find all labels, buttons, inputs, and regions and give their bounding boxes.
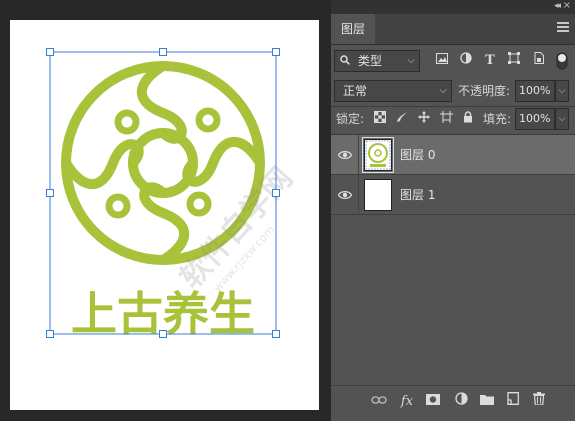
blend-mode-value: 正常 xyxy=(343,84,368,98)
layer-name[interactable]: 图层 0 xyxy=(400,135,435,175)
adjustment-icon[interactable] xyxy=(451,392,471,412)
search-icon xyxy=(340,51,354,71)
fill-input[interactable]: 100% xyxy=(515,108,555,130)
panel-top-bar: ◂◂ × xyxy=(331,0,575,14)
layer-row-0[interactable]: 图层 0 xyxy=(331,135,575,175)
logo-top-swirl xyxy=(137,61,187,144)
layers-list: 图层 0 图层 1 xyxy=(331,134,575,385)
chevron-down-icon: ⌵ xyxy=(407,55,415,66)
lock-transparent-pixels-icon[interactable] xyxy=(371,110,389,128)
layer-thumbnail[interactable] xyxy=(362,137,394,173)
logo-right-swirl xyxy=(182,137,265,187)
handle-top-right[interactable] xyxy=(272,48,280,56)
layer-thumbnail[interactable] xyxy=(364,179,392,211)
visibility-toggle[interactable] xyxy=(331,175,359,215)
handle-top-middle[interactable] xyxy=(159,48,167,56)
mask-icon[interactable] xyxy=(423,392,443,412)
lock-image-pixels-icon[interactable] xyxy=(393,110,411,128)
smart-object-filter-icon[interactable] xyxy=(530,52,548,70)
layer-row-1[interactable]: 图层 1 xyxy=(331,175,575,215)
tab-layers[interactable]: 图层 xyxy=(331,14,375,44)
layers-panel: ◂◂ × 图层 类型 ⌵ T 正常 ⌵ 不透明度: 100% ⌵ 锁定: 填充:… xyxy=(331,0,575,421)
fill-dropdown-button[interactable]: ⌵ xyxy=(555,108,569,130)
artwork: 上古养生 软件自学网 www.rjzxw.com xyxy=(46,48,300,341)
opacity-dropdown-button[interactable]: ⌵ xyxy=(555,80,569,102)
handle-middle-left[interactable] xyxy=(46,189,54,197)
logo-thumbnail-icon xyxy=(365,140,391,170)
lock-all-icon[interactable] xyxy=(459,110,477,128)
lock-label: 锁定: xyxy=(336,112,365,126)
close-panel-icon[interactable]: × xyxy=(563,0,571,11)
layers-bottom-toolbar: fx xyxy=(331,385,575,421)
filter-kind-label: 类型 xyxy=(357,54,382,68)
image-filter-icon[interactable] xyxy=(433,52,451,70)
layer-name[interactable]: 图层 1 xyxy=(400,175,435,215)
filter-toggle-switch[interactable] xyxy=(556,52,568,70)
new-layer-icon[interactable] xyxy=(503,392,523,412)
handle-bottom-left[interactable] xyxy=(46,330,54,338)
logo-inner-circle xyxy=(128,128,198,198)
logo-left-swirl xyxy=(61,139,144,189)
eye-icon xyxy=(338,151,352,159)
folder-icon[interactable] xyxy=(477,392,497,412)
opacity-input[interactable]: 100% xyxy=(515,80,555,102)
collapse-panel-icon[interactable]: ◂◂ xyxy=(554,1,561,11)
lock-position-icon[interactable] xyxy=(415,110,433,128)
handle-bottom-right[interactable] xyxy=(272,330,280,338)
filter-kind-select[interactable]: 类型 ⌵ xyxy=(334,50,420,72)
handle-bottom-middle[interactable] xyxy=(159,330,167,338)
eye-icon xyxy=(338,191,352,199)
panel-tab-bar: 图层 xyxy=(331,14,575,45)
visibility-toggle[interactable] xyxy=(331,135,359,175)
shape-filter-icon[interactable] xyxy=(505,52,523,70)
fill-label: 填充: xyxy=(483,112,512,126)
blend-mode-select[interactable]: 正常 ⌵ xyxy=(334,80,452,102)
link-icon[interactable] xyxy=(369,392,389,412)
logo-bottom-swirl xyxy=(139,182,189,265)
type-filter-icon[interactable]: T xyxy=(481,52,499,70)
fx-icon[interactable]: fx xyxy=(397,392,417,412)
adjustment-filter-icon[interactable] xyxy=(457,52,475,70)
canvas-area[interactable]: 上古养生 软件自学网 www.rjzxw.com xyxy=(0,0,330,420)
handle-middle-right[interactable] xyxy=(272,189,280,197)
panel-menu-icon[interactable] xyxy=(557,22,569,32)
trash-icon[interactable] xyxy=(529,392,549,412)
opacity-label: 不透明度: xyxy=(458,84,511,98)
handle-top-left[interactable] xyxy=(46,48,54,56)
panel-divider xyxy=(331,106,575,107)
chevron-down-icon: ⌵ xyxy=(439,85,447,96)
lock-artboard-icon[interactable] xyxy=(437,110,455,128)
